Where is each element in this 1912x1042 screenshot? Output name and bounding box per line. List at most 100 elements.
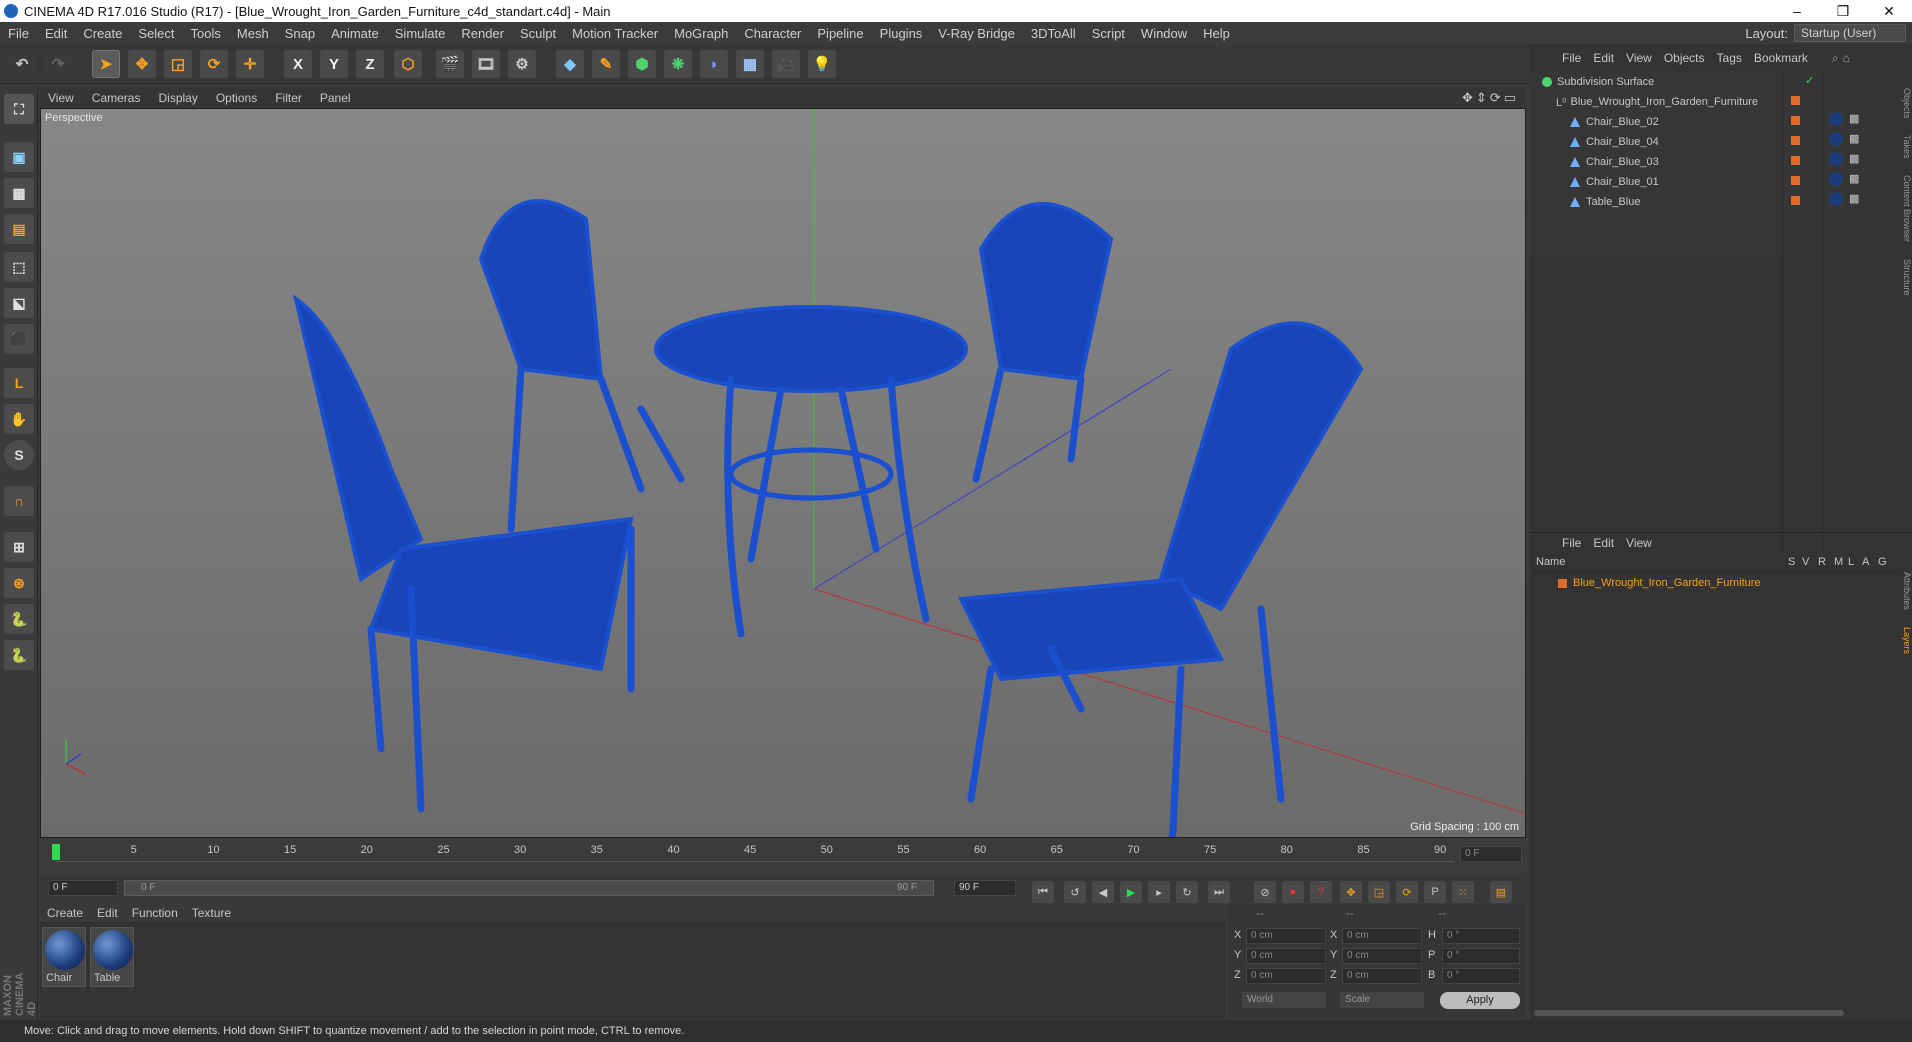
camera-icon[interactable]: 🎥 — [772, 50, 800, 78]
layer-color-swatch[interactable] — [1791, 156, 1800, 165]
viewport-menu-display[interactable]: Display — [149, 91, 206, 105]
menu-snap[interactable]: Snap — [277, 26, 323, 41]
go-to-start-icon[interactable]: ⏮ — [1032, 881, 1054, 903]
viewport-nav-icons[interactable]: ✥⇕⟳▭ — [1462, 90, 1519, 106]
menu-mesh[interactable]: Mesh — [229, 26, 277, 41]
z-axis-lock-button[interactable]: Z — [356, 50, 384, 78]
menu-mograph[interactable]: MoGraph — [666, 26, 736, 41]
tree-item-subdivision-surface[interactable]: Subdivision Surface — [1542, 72, 1792, 92]
edges-mode-icon[interactable]: ⬕ — [4, 288, 34, 318]
points-mode-icon[interactable]: ⬚ — [4, 252, 34, 282]
key-rotation-icon[interactable]: ⟳ — [1396, 881, 1418, 903]
planar-workplane-icon[interactable]: ⊛ — [4, 568, 34, 598]
undo-icon[interactable]: ↶ — [8, 50, 36, 78]
side-tab-structure[interactable]: Structure — [1902, 259, 1912, 296]
floor-scene-icon[interactable]: ▦ — [736, 50, 764, 78]
spline-pen-icon[interactable]: ✎ — [592, 50, 620, 78]
key-position-icon[interactable]: ✥ — [1340, 881, 1362, 903]
material-tag-icon[interactable] — [1829, 172, 1843, 186]
material-menu-create[interactable]: Create — [40, 906, 90, 920]
layer-color-swatch[interactable] — [1791, 96, 1800, 105]
layer-row[interactable]: Blue_Wrought_Iron_Garden_Furniture — [1534, 574, 1900, 592]
side-tabs-top[interactable]: Objects Takes Content Browser Structure — [1902, 88, 1912, 328]
menu-script[interactable]: Script — [1084, 26, 1133, 41]
key-point-level-icon[interactable]: ⁙ — [1452, 881, 1474, 903]
layout-select[interactable]: Startup (User) — [1794, 24, 1906, 42]
axis-mode-icon[interactable]: L — [4, 368, 34, 398]
rotation-b-field[interactable]: 0 ° — [1442, 968, 1520, 984]
texture-tag-icon[interactable]: ▩ — [1849, 192, 1859, 205]
menu-edit[interactable]: Edit — [37, 26, 75, 41]
keyframe-selection-icon[interactable]: ? — [1310, 881, 1332, 903]
texture-tag-icon[interactable]: ▩ — [1849, 132, 1859, 145]
objects-menu-objects[interactable]: Objects — [1658, 51, 1711, 65]
rotation-p-field[interactable]: 0 ° — [1442, 948, 1520, 964]
frame-range-slider[interactable]: 0 F 90 F — [124, 880, 934, 896]
viewport-menu-options[interactable]: Options — [207, 91, 266, 105]
coordinate-mode-select[interactable]: Scale — [1340, 992, 1424, 1008]
material-menu-function[interactable]: Function — [125, 906, 185, 920]
texture-tag-icon[interactable]: ▩ — [1849, 112, 1859, 125]
minimize-button[interactable]: – — [1774, 3, 1820, 20]
record-keyframes-off-icon[interactable]: ⊘ — [1254, 881, 1276, 903]
perspective-viewport[interactable]: Perspective Grid Spacing : 100 cm — [40, 108, 1526, 838]
position-y-field[interactable]: 0 cm — [1246, 948, 1326, 964]
rotation-h-field[interactable]: 0 ° — [1442, 928, 1520, 944]
play-forward-icon[interactable]: ▶ — [1120, 881, 1142, 903]
lock-workplane-icon[interactable]: ⊞ — [4, 532, 34, 562]
side-tab-objects[interactable]: Objects — [1902, 88, 1912, 119]
move-tool-icon[interactable]: ✥ — [128, 50, 156, 78]
render-settings-icon[interactable]: ⚙ — [508, 50, 536, 78]
coordinate-space-select[interactable]: World — [1242, 992, 1326, 1008]
workplane-mode-icon[interactable]: ▤ — [4, 214, 34, 244]
material-table[interactable]: Table — [90, 927, 134, 987]
subdivision-surface-icon[interactable]: ⬢ — [628, 50, 656, 78]
side-tab-content-browser[interactable]: Content Browser — [1902, 175, 1912, 242]
menu-character[interactable]: Character — [736, 26, 809, 41]
solo-mode-icon[interactable]: S — [4, 440, 34, 470]
snap-magnet-icon[interactable]: ∩ — [4, 486, 34, 516]
viewport-menu-filter[interactable]: Filter — [266, 91, 311, 105]
viewport-menu-panel[interactable]: Panel — [311, 91, 360, 105]
menu-animate[interactable]: Animate — [323, 26, 387, 41]
layer-color-swatch[interactable] — [1791, 116, 1800, 125]
size-y-field[interactable]: 0 cm — [1342, 948, 1422, 964]
coordinate-system-icon[interactable]: ⬡ — [394, 50, 422, 78]
previous-keyframe-icon[interactable]: ↺ — [1064, 881, 1086, 903]
next-frame-icon[interactable]: ▸ — [1148, 881, 1170, 903]
tweak-mode-icon[interactable]: ✋ — [4, 404, 34, 434]
position-x-field[interactable]: 0 cm — [1246, 928, 1326, 944]
key-parameter-icon[interactable]: P — [1424, 881, 1446, 903]
polygons-mode-icon[interactable]: ⬛ — [4, 324, 34, 354]
menu-window[interactable]: Window — [1133, 26, 1195, 41]
texture-mode-icon[interactable]: ▩ — [4, 178, 34, 208]
scale-tool-icon[interactable]: ◲ — [164, 50, 192, 78]
make-editable-icon[interactable]: ⛶ — [4, 94, 34, 124]
redo-icon[interactable]: ↷ — [44, 50, 72, 78]
material-tag-icon[interactable] — [1829, 152, 1843, 166]
key-scale-icon[interactable]: ◲ — [1368, 881, 1390, 903]
material-chair[interactable]: Chair — [42, 927, 86, 987]
menu-vray-bridge[interactable]: V-Ray Bridge — [930, 26, 1023, 41]
render-picture-viewer-icon[interactable]: 🎞 — [472, 50, 500, 78]
material-menu-edit[interactable]: Edit — [90, 906, 125, 920]
layer-color-swatch[interactable] — [1791, 136, 1800, 145]
autokey-record-icon[interactable]: ● — [1282, 881, 1304, 903]
size-x-field[interactable]: 0 cm — [1342, 928, 1422, 944]
layers-menu-file[interactable]: File — [1556, 536, 1587, 550]
menu-file[interactable]: File — [0, 26, 37, 41]
previous-frame-icon[interactable]: ◀ — [1092, 881, 1114, 903]
end-frame-field[interactable]: 90 F — [954, 880, 1016, 896]
objects-menu-file[interactable]: File — [1556, 51, 1587, 65]
side-tab-attributes[interactable]: Attributes — [1902, 572, 1912, 610]
enabled-check-icon[interactable]: ✓ — [1805, 74, 1814, 87]
select-arrow-icon[interactable]: ➤ — [92, 50, 120, 78]
menu-create[interactable]: Create — [75, 26, 130, 41]
mograph-cloner-icon[interactable]: ❋ — [664, 50, 692, 78]
material-tag-icon[interactable] — [1829, 192, 1843, 206]
side-tabs-bottom[interactable]: Attributes Layers — [1902, 572, 1912, 692]
model-mode-icon[interactable]: ▣ — [4, 142, 34, 172]
start-frame-field[interactable]: 0 F — [48, 880, 118, 896]
layers-menu-view[interactable]: View — [1620, 536, 1658, 550]
apply-button[interactable]: Apply — [1440, 992, 1520, 1009]
